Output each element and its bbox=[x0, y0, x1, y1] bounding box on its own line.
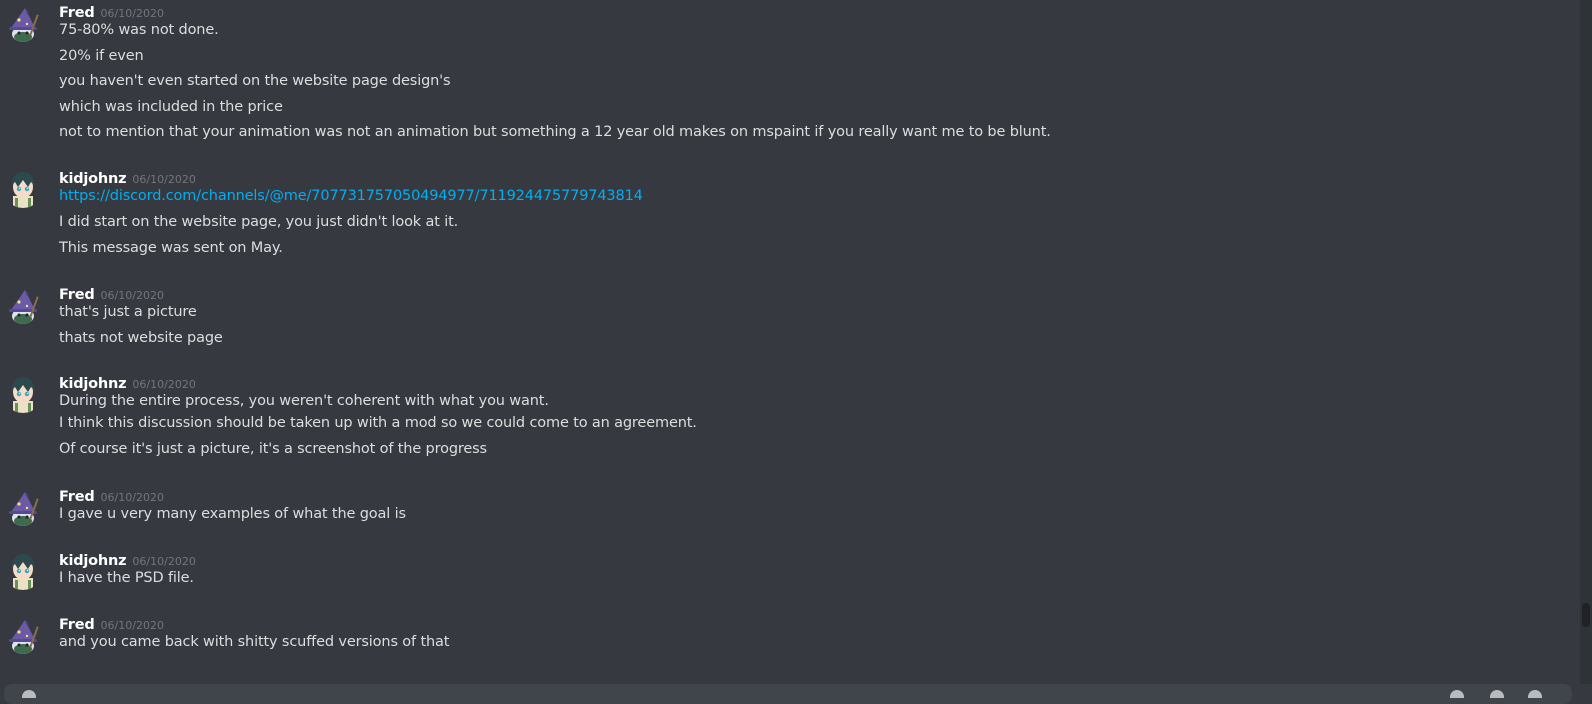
add-attachment-icon[interactable] bbox=[22, 690, 36, 698]
avatar[interactable] bbox=[3, 286, 43, 326]
message-text: This message was sent on May. bbox=[59, 240, 283, 256]
message-text: not to mention that your animation was n… bbox=[59, 124, 1051, 140]
timestamp[interactable]: 06/10/2020 bbox=[132, 378, 195, 391]
message-link[interactable]: https://discord.com/channels/@me/7077317… bbox=[59, 188, 643, 204]
anime-avatar-icon bbox=[3, 168, 43, 208]
avatar[interactable] bbox=[3, 616, 43, 656]
message-header: kidjohnz 06/10/2020 bbox=[59, 373, 196, 392]
message-input[interactable] bbox=[4, 684, 1572, 704]
gif-icon[interactable] bbox=[1490, 690, 1504, 698]
avatar[interactable] bbox=[3, 4, 43, 44]
wizard-avatar-icon bbox=[3, 616, 43, 656]
author-name[interactable]: Fred bbox=[59, 5, 95, 21]
avatar[interactable] bbox=[3, 488, 43, 528]
message-text: 20% if even bbox=[59, 48, 144, 64]
message-header: Fred 06/10/2020 bbox=[59, 2, 164, 21]
message-text: 75-80% was not done. bbox=[59, 22, 219, 38]
anime-avatar-icon bbox=[3, 373, 43, 413]
message-text: and you came back with shitty scuffed ve… bbox=[59, 634, 450, 650]
author-name[interactable]: kidjohnz bbox=[59, 553, 127, 569]
message-text: During the entire process, you weren't c… bbox=[59, 393, 549, 409]
scrollbar[interactable] bbox=[1580, 0, 1592, 684]
scrollbar-thumb[interactable] bbox=[1582, 603, 1590, 627]
avatar[interactable] bbox=[3, 168, 43, 208]
avatar[interactable] bbox=[3, 373, 43, 413]
author-name[interactable]: Fred bbox=[59, 617, 95, 633]
gift-icon[interactable] bbox=[1450, 690, 1464, 698]
message-header: Fred 06/10/2020 bbox=[59, 614, 164, 633]
timestamp[interactable]: 06/10/2020 bbox=[101, 289, 164, 302]
message-text: I think this discussion should be taken … bbox=[59, 415, 697, 431]
message-text: I did start on the website page, you jus… bbox=[59, 214, 459, 230]
timestamp[interactable]: 06/10/2020 bbox=[101, 619, 164, 632]
author-name[interactable]: kidjohnz bbox=[59, 171, 127, 187]
timestamp[interactable]: 06/10/2020 bbox=[132, 555, 195, 568]
chat-messages[interactable]: Fred 06/10/2020 75-80% was not done. 20% … bbox=[0, 0, 1580, 684]
anime-avatar-icon bbox=[3, 550, 43, 590]
message-text: Of course it's just a picture, it's a sc… bbox=[59, 441, 487, 457]
message-header: kidjohnz 06/10/2020 bbox=[59, 168, 196, 187]
message-header: kidjohnz 06/10/2020 bbox=[59, 550, 196, 569]
timestamp[interactable]: 06/10/2020 bbox=[101, 491, 164, 504]
timestamp[interactable]: 06/10/2020 bbox=[132, 173, 195, 186]
message-text: which was included in the price bbox=[59, 99, 283, 115]
message-text: thats not website page bbox=[59, 330, 223, 346]
wizard-avatar-icon bbox=[3, 286, 43, 326]
wizard-avatar-icon bbox=[3, 4, 43, 44]
message-text: I have the PSD file. bbox=[59, 570, 194, 586]
message-text: I gave u very many examples of what the … bbox=[59, 506, 406, 522]
wizard-avatar-icon bbox=[3, 488, 43, 528]
message-text: you haven't even started on the website … bbox=[59, 73, 451, 89]
message-header: Fred 06/10/2020 bbox=[59, 284, 164, 303]
message-text: that's just a picture bbox=[59, 304, 197, 320]
emoji-icon[interactable] bbox=[1528, 690, 1542, 698]
message-header: Fred 06/10/2020 bbox=[59, 486, 164, 505]
author-name[interactable]: kidjohnz bbox=[59, 376, 127, 392]
avatar[interactable] bbox=[3, 550, 43, 590]
author-name[interactable]: Fred bbox=[59, 489, 95, 505]
timestamp[interactable]: 06/10/2020 bbox=[101, 7, 164, 20]
author-name[interactable]: Fred bbox=[59, 287, 95, 303]
